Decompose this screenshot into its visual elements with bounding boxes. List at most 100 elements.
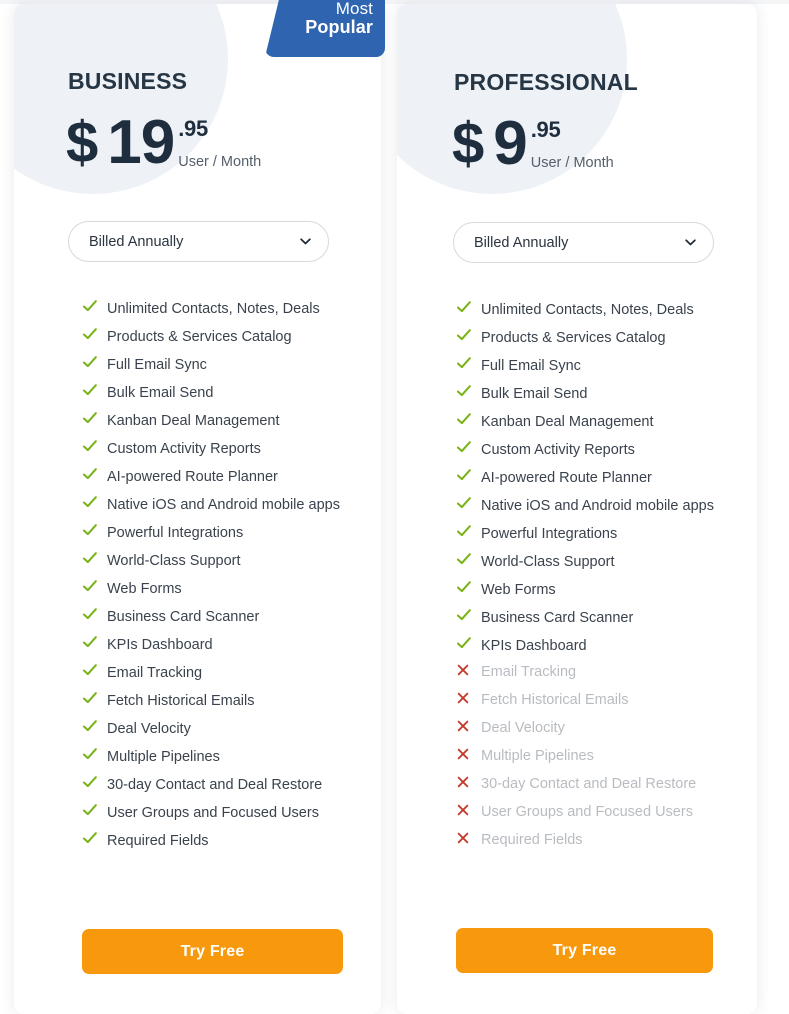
cross-icon xyxy=(456,691,472,705)
feature-label: World-Class Support xyxy=(107,553,241,569)
cross-icon xyxy=(456,719,472,733)
feature-label: World-Class Support xyxy=(481,554,615,570)
feature-label: Custom Activity Reports xyxy=(481,442,635,458)
feature-label: Business Card Scanner xyxy=(481,610,634,626)
check-icon xyxy=(82,326,98,342)
try-free-button-professional[interactable]: Try Free xyxy=(456,928,713,973)
feature-item: Web Forms xyxy=(456,578,756,606)
cross-icon xyxy=(456,831,472,845)
feature-label: AI-powered Route Planner xyxy=(481,470,652,486)
feature-label: Required Fields xyxy=(107,833,209,849)
feature-item: Fetch Historical Emails xyxy=(82,689,381,717)
feature-list-business: Unlimited Contacts, Notes, Deals Products… xyxy=(82,297,381,857)
feature-list-professional: Unlimited Contacts, Notes, Deals Products… xyxy=(456,298,756,858)
feature-item: Full Email Sync xyxy=(82,353,381,381)
feature-label: Multiple Pipelines xyxy=(481,748,594,764)
feature-label: Kanban Deal Management xyxy=(107,413,280,429)
check-icon xyxy=(456,439,472,455)
price-cents: .95 xyxy=(530,117,561,142)
billing-cycle-select-business[interactable]: Billed Annually xyxy=(68,221,329,262)
check-icon xyxy=(456,327,472,343)
check-icon xyxy=(82,690,98,706)
price-currency-symbol: $ xyxy=(452,111,484,176)
pricing-card-business: BUSINESS $ 19 .95 User / Month Billed An… xyxy=(14,4,381,1014)
plan-price-business: $ 19 .95 User / Month xyxy=(66,112,261,174)
check-icon xyxy=(456,299,472,315)
price-cents: .95 xyxy=(178,116,208,141)
feature-item: World-Class Support xyxy=(456,550,756,578)
check-icon xyxy=(82,634,98,650)
price-period-label: User / Month xyxy=(178,154,262,170)
chevron-down-icon xyxy=(684,236,697,249)
check-icon xyxy=(82,662,98,678)
feature-label: Bulk Email Send xyxy=(107,385,214,401)
feature-item: Deal Velocity xyxy=(82,717,381,745)
try-free-button-business[interactable]: Try Free xyxy=(82,929,343,974)
check-icon xyxy=(82,438,98,454)
feature-item: Email Tracking xyxy=(456,662,756,690)
feature-item: Fetch Historical Emails xyxy=(456,690,756,718)
price-period-label: User / Month xyxy=(530,155,614,171)
feature-item: Web Forms xyxy=(82,577,381,605)
feature-label: Email Tracking xyxy=(107,665,203,681)
feature-label: Business Card Scanner xyxy=(107,609,260,625)
feature-label: Unlimited Contacts, Notes, Deals xyxy=(481,302,694,318)
feature-label: Deal Velocity xyxy=(481,720,565,736)
price-currency-symbol: $ xyxy=(66,110,98,175)
check-icon xyxy=(82,466,98,482)
check-icon xyxy=(456,579,472,595)
feature-label: User Groups and Focused Users xyxy=(481,804,693,820)
feature-item: Products & Services Catalog xyxy=(456,326,756,354)
feature-label: KPIs Dashboard xyxy=(481,638,587,654)
feature-label: Fetch Historical Emails xyxy=(481,692,629,708)
badge-line-1: Most xyxy=(335,0,373,18)
plan-price-professional: $ 9 .95 User / Month xyxy=(452,113,614,175)
feature-label: Native iOS and Android mobile apps xyxy=(481,498,714,514)
feature-label: AI-powered Route Planner xyxy=(107,469,278,485)
billing-cycle-select-professional[interactable]: Billed Annually xyxy=(453,222,714,263)
feature-item: Powerful Integrations xyxy=(456,522,756,550)
plan-title-business: BUSINESS xyxy=(68,68,188,94)
feature-item: Deal Velocity xyxy=(456,718,756,746)
feature-label: User Groups and Focused Users xyxy=(107,805,319,821)
feature-item: Powerful Integrations xyxy=(82,521,381,549)
billing-cycle-value: Billed Annually xyxy=(474,234,569,251)
feature-item: Business Card Scanner xyxy=(82,605,381,633)
check-icon xyxy=(82,354,98,370)
feature-item: Full Email Sync xyxy=(456,354,756,382)
cross-icon xyxy=(456,747,472,761)
feature-label: 30-day Contact and Deal Restore xyxy=(107,777,323,793)
feature-item: AI-powered Route Planner xyxy=(456,466,756,494)
feature-item: Unlimited Contacts, Notes, Deals xyxy=(82,297,381,325)
feature-item: Native iOS and Android mobile apps xyxy=(82,493,381,521)
check-icon xyxy=(456,355,472,371)
price-whole-amount: 19 xyxy=(107,108,175,177)
feature-item: 30-day Contact and Deal Restore xyxy=(456,774,756,802)
feature-label: Products & Services Catalog xyxy=(107,329,292,345)
feature-label: KPIs Dashboard xyxy=(107,637,213,653)
cross-icon xyxy=(456,775,472,789)
feature-item: Kanban Deal Management xyxy=(456,410,756,438)
feature-label: Web Forms xyxy=(107,581,182,597)
feature-label: Full Email Sync xyxy=(481,358,581,374)
feature-item: KPIs Dashboard xyxy=(82,633,381,661)
badge-line-2: Popular xyxy=(305,17,373,38)
feature-label: 30-day Contact and Deal Restore xyxy=(481,776,697,792)
check-icon xyxy=(82,606,98,622)
check-icon xyxy=(82,830,98,846)
check-icon xyxy=(82,522,98,538)
feature-label: Products & Services Catalog xyxy=(481,330,666,346)
feature-item: User Groups and Focused Users xyxy=(456,802,756,830)
pricing-cards-container: BUSINESS $ 19 .95 User / Month Billed An… xyxy=(0,0,789,1014)
feature-item: Kanban Deal Management xyxy=(82,409,381,437)
feature-label: Fetch Historical Emails xyxy=(107,693,255,709)
feature-item: Business Card Scanner xyxy=(456,606,756,634)
feature-item: AI-powered Route Planner xyxy=(82,465,381,493)
cross-icon xyxy=(456,803,472,817)
price-side-group: .95 User / Month xyxy=(530,117,614,172)
feature-item: Custom Activity Reports xyxy=(456,438,756,466)
feature-label: Deal Velocity xyxy=(107,721,191,737)
price-side-group: .95 User / Month xyxy=(178,116,262,171)
check-icon xyxy=(82,410,98,426)
feature-item: 30-day Contact and Deal Restore xyxy=(82,773,381,801)
